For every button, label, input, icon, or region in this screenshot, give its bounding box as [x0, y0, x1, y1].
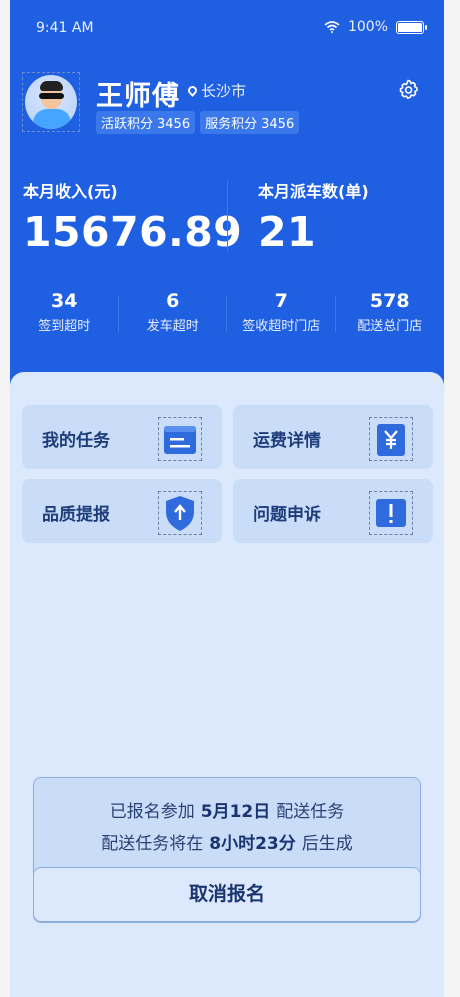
location: 长沙市: [186, 80, 247, 101]
metric-signoff-timeout-stores[interactable]: 7 签收超时门店: [227, 290, 336, 334]
countdown-time: 8小时23分: [209, 834, 296, 854]
points-badges: 活跃积分 3456 服务积分 3456: [96, 111, 300, 134]
status-time: 9:41 AM: [36, 20, 94, 36]
freight-details-card[interactable]: 运费详情: [233, 405, 433, 469]
settings-icon[interactable]: [396, 78, 420, 102]
service-points-badge: 服务积分 3456: [200, 111, 300, 134]
battery-percent: 100%: [347, 19, 388, 35]
wifi-icon: [324, 21, 340, 33]
driver-name: 王师傅: [96, 81, 180, 112]
quality-report-card[interactable]: 品质提报: [22, 479, 222, 543]
monthly-income: 本月收入(元) 15676.89: [23, 178, 242, 256]
income-value: 15676.89: [23, 208, 243, 256]
avatar[interactable]: [22, 72, 80, 132]
battery-icon: [396, 20, 427, 34]
status-bar: 9:41 AM 100%: [10, 0, 444, 56]
divider: [227, 180, 228, 252]
task-icon: [158, 417, 202, 461]
metrics-row: 34 签到超时 6 发车超时 7 签收超时门店 578 配送总门店: [10, 290, 444, 334]
activity-points-badge: 活跃积分 3456: [96, 111, 196, 134]
metric-checkin-timeout[interactable]: 34 签到超时: [10, 290, 119, 334]
metric-departure-timeout[interactable]: 6 发车超时: [119, 290, 227, 334]
cancel-registration-button[interactable]: 取消报名: [33, 867, 421, 922]
my-tasks-card[interactable]: 我的任务: [22, 405, 222, 469]
alert-icon: [369, 491, 413, 535]
dispatch-label: 本月派车数(单): [258, 182, 369, 201]
profile-header: 9:41 AM 100% 王师傅 长沙市 活跃积分 3456 服务积分 3456…: [10, 0, 444, 390]
location-pin-icon: [186, 84, 199, 97]
shield-upload-icon: [158, 491, 202, 535]
yen-icon: [369, 417, 413, 461]
dispatch-value: 21: [258, 208, 317, 256]
city-label: 长沙市: [201, 82, 247, 100]
income-label: 本月收入(元): [23, 182, 118, 201]
metric-total-stores[interactable]: 578 配送总门店: [336, 290, 445, 334]
monthly-dispatch: 本月派车数(单) 21: [258, 178, 369, 256]
issue-appeal-card[interactable]: 问题申诉: [233, 479, 433, 543]
app-screen: 9:41 AM 100% 王师傅 长沙市 活跃积分 3456 服务积分 3456…: [10, 0, 444, 997]
task-date: 5月12日: [200, 802, 271, 822]
